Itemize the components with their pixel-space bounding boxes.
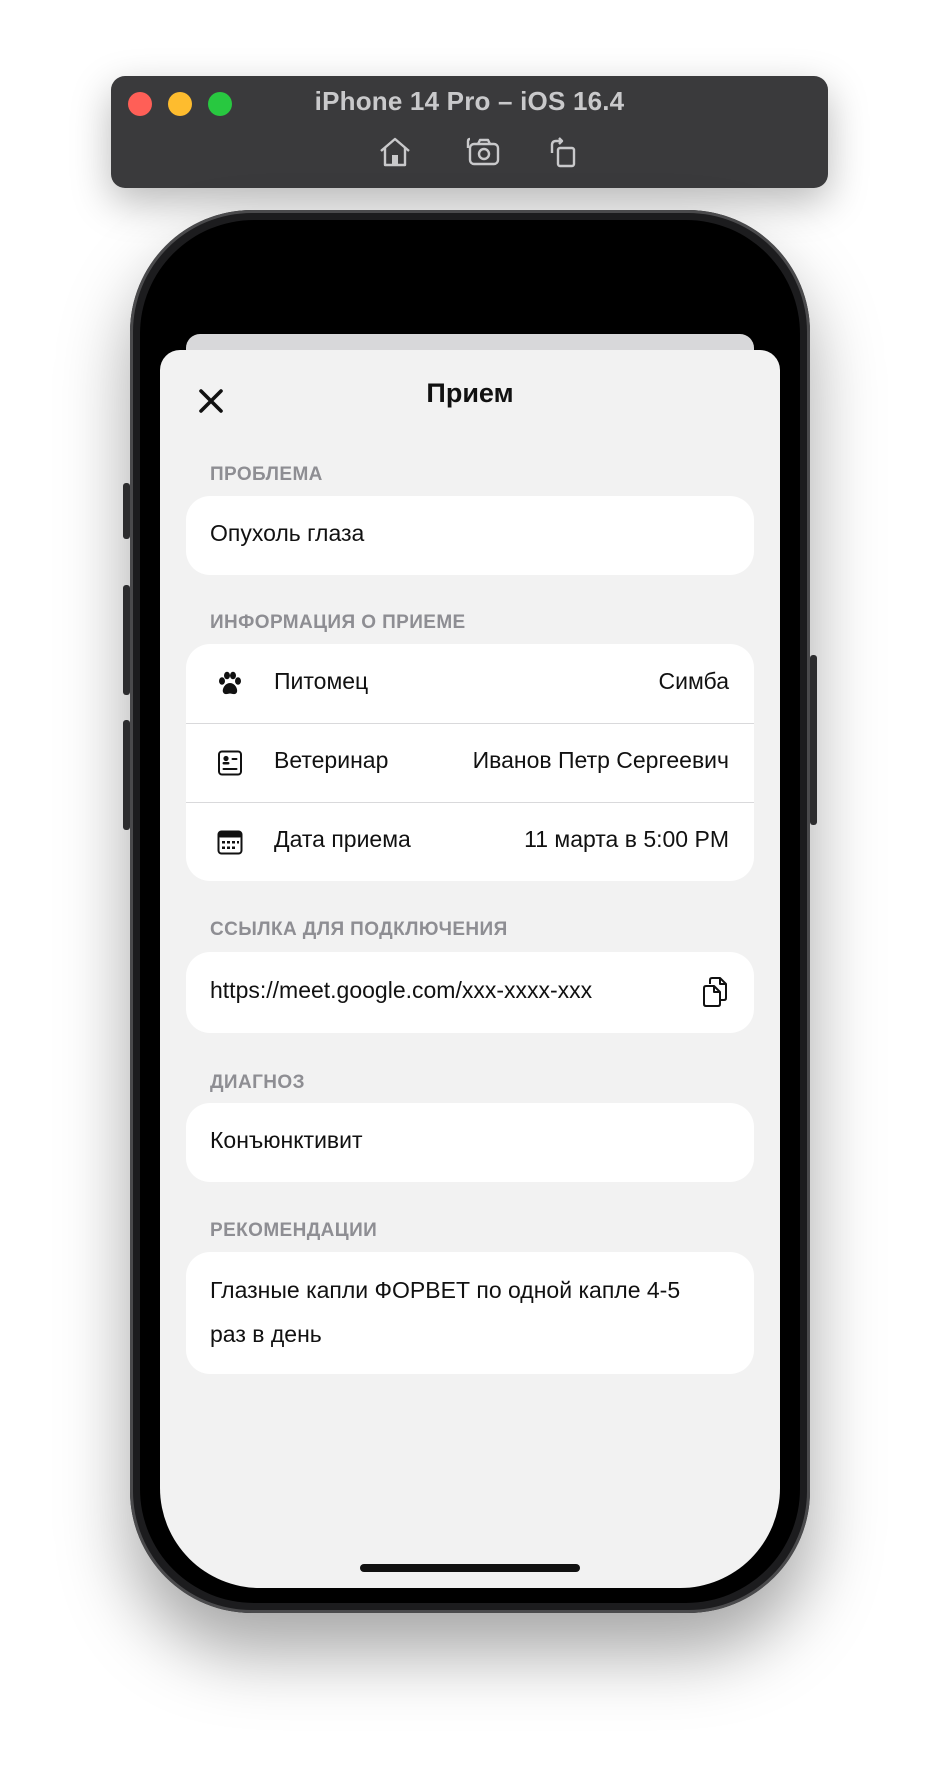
copy-icon: [703, 977, 727, 1007]
paw-icon: [219, 671, 241, 695]
copy-button[interactable]: [700, 976, 730, 1008]
date-value: 11 марта в 5:00 PM: [524, 826, 729, 852]
problem-value: Опухоль глаза: [210, 520, 365, 546]
vet-card-icon: [218, 750, 242, 776]
simulator-window: iPhone 14 Pro – iOS 16.4 Прием ПРОБЛЕМА …: [0, 0, 940, 1766]
screenshot-icon[interactable]: [464, 134, 504, 170]
info-section-label: ИНФОРМАЦИЯ О ПРИЕМЕ: [210, 612, 466, 633]
link-card[interactable]: https://meet.google.com/xxx-xxxx-xxx: [186, 952, 754, 1033]
pet-value: Симба: [658, 668, 729, 694]
simulator-title: iPhone 14 Pro – iOS 16.4: [314, 86, 625, 116]
rotate-icon[interactable]: [543, 134, 583, 170]
problem-section-label: ПРОБЛЕМА: [210, 464, 323, 485]
info-card: Питомец Симба Ветеринар Иванов Петр Серг…: [186, 644, 754, 881]
power-button: [810, 655, 817, 825]
volume-up-button: [123, 585, 130, 695]
diagnosis-value: Конъюнктивит: [210, 1127, 363, 1153]
recommendations-section-label: РЕКОМЕНДАЦИИ: [210, 1220, 378, 1241]
info-row-date: Дата приема 11 марта в 5:00 PM: [186, 802, 754, 881]
date-label: Дата приема: [274, 826, 411, 852]
page-title: Прием: [426, 378, 514, 408]
appointment-sheet: Прием ПРОБЛЕМА Опухоль глаза ИНФОРМАЦИЯ …: [160, 350, 780, 1588]
link-section-label: ССЫЛКА ДЛЯ ПОДКЛЮЧЕНИЯ: [210, 919, 508, 940]
volume-down-button: [123, 720, 130, 830]
action-button: [123, 483, 130, 539]
info-row-pet: Питомец Симба: [186, 644, 754, 723]
home-icon[interactable]: [375, 134, 415, 170]
problem-card: Опухоль глаза: [186, 496, 754, 575]
vet-label: Ветеринар: [274, 747, 389, 773]
home-indicator[interactable]: [360, 1564, 580, 1572]
info-row-vet: Ветеринар Иванов Петр Сергеевич: [186, 723, 754, 802]
pet-label: Питомец: [274, 668, 369, 694]
calendar-icon: [217, 830, 243, 855]
recommendations-line-2: раз в день: [210, 1321, 322, 1347]
diagnosis-section-label: ДИАГНОЗ: [210, 1072, 305, 1093]
diagnosis-card: Конъюнктивит: [186, 1103, 754, 1182]
meeting-link[interactable]: https://meet.google.com/xxx-xxxx-xxx: [210, 977, 592, 1004]
recommendations-card: Глазные капли ФОРВЕТ по одной капле 4-5 …: [186, 1252, 754, 1374]
vet-value: Иванов Петр Сергеевич: [472, 747, 729, 773]
recommendations-line-1: Глазные капли ФОРВЕТ по одной капле 4-5: [210, 1277, 681, 1303]
